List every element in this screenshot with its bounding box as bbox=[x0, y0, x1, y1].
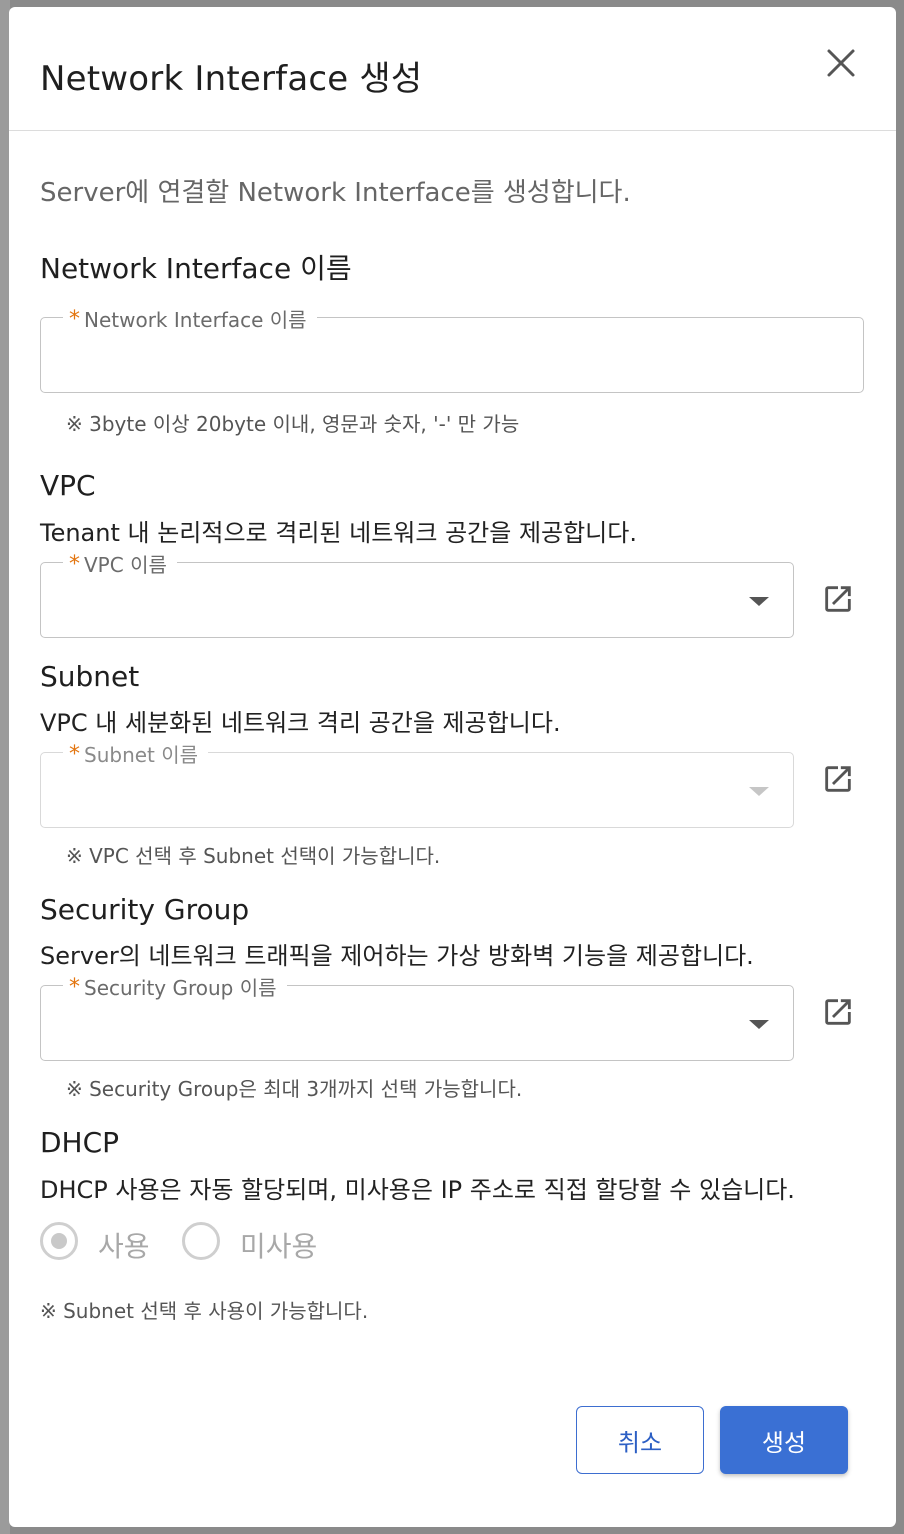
open-in-new-icon bbox=[825, 999, 851, 1025]
security-group-section-title: Security Group bbox=[40, 893, 250, 926]
subnet-hint: ※ VPC 선택 후 Subnet 선택이 가능합니다. bbox=[66, 844, 441, 868]
open-in-new-icon bbox=[825, 766, 851, 792]
caret-down-icon bbox=[749, 597, 769, 606]
vpc-open-link-button[interactable] bbox=[821, 582, 855, 616]
subnet-select[interactable]: * Subnet 이름 bbox=[40, 739, 794, 828]
security-group-select[interactable]: * Security Group 이름 bbox=[40, 972, 794, 1061]
dhcp-section-title: DHCP bbox=[40, 1126, 120, 1159]
create-button[interactable]: 생성 bbox=[720, 1406, 848, 1474]
dhcp-section-description: DHCP 사용은 자동 할당되며, 미사용은 IP 주소로 직접 할당할 수 있… bbox=[40, 1176, 795, 1204]
required-mark: * bbox=[69, 742, 80, 767]
create-network-interface-dialog: Network Interface 생성 Server에 연결할 Network… bbox=[9, 7, 896, 1527]
dialog-header: Network Interface 생성 bbox=[9, 7, 896, 131]
dhcp-use-radio[interactable] bbox=[40, 1222, 78, 1260]
required-mark: * bbox=[69, 307, 80, 332]
subnet-section-description: VPC 내 세분화된 네트워크 격리 공간을 제공합니다. bbox=[40, 709, 561, 737]
network-interface-name-input[interactable] bbox=[55, 338, 797, 372]
caret-down-icon bbox=[749, 787, 769, 796]
dhcp-use-label[interactable]: 사용 bbox=[98, 1225, 150, 1265]
name-hint: ※ 3byte 이상 20byte 이내, 영문과 숫자, '-' 만 가능 bbox=[66, 412, 520, 436]
network-interface-name-field[interactable]: * Network Interface 이름 bbox=[40, 304, 864, 393]
security-group-hint: ※ Security Group은 최대 3개까지 선택 가능합니다. bbox=[66, 1077, 523, 1101]
required-mark: * bbox=[69, 552, 80, 577]
vpc-section-description: Tenant 내 논리적으로 격리된 네트워크 공간을 제공합니다. bbox=[40, 519, 637, 547]
subnet-open-link-button[interactable] bbox=[821, 762, 855, 796]
dhcp-hint: ※ Subnet 선택 후 사용이 가능합니다. bbox=[40, 1299, 369, 1323]
required-mark: * bbox=[69, 975, 80, 1000]
vpc-select-label: * VPC 이름 bbox=[63, 549, 177, 578]
open-in-new-icon bbox=[825, 586, 851, 612]
security-group-section-description: Server의 네트워크 트래픽을 제어하는 가상 방화벽 기능을 제공합니다. bbox=[40, 942, 754, 970]
dialog-description: Server에 연결할 Network Interface를 생성합니다. bbox=[40, 178, 631, 208]
cancel-button[interactable]: 취소 bbox=[576, 1406, 704, 1474]
close-icon bbox=[827, 49, 855, 77]
close-button[interactable] bbox=[821, 43, 861, 83]
security-group-select-label: * Security Group 이름 bbox=[63, 972, 287, 1001]
security-group-open-link-button[interactable] bbox=[821, 995, 855, 1029]
dialog-title: Network Interface 생성 bbox=[40, 59, 423, 99]
caret-down-icon bbox=[749, 1020, 769, 1029]
name-section-title: Network Interface 이름 bbox=[40, 252, 352, 285]
dhcp-unused-radio[interactable] bbox=[182, 1222, 220, 1260]
vpc-section-title: VPC bbox=[40, 469, 96, 502]
subnet-select-label: * Subnet 이름 bbox=[63, 739, 209, 768]
dhcp-unused-label[interactable]: 미사용 bbox=[240, 1225, 317, 1265]
subnet-section-title: Subnet bbox=[40, 660, 140, 693]
vpc-select[interactable]: * VPC 이름 bbox=[40, 549, 794, 638]
network-interface-name-label: * Network Interface 이름 bbox=[63, 304, 317, 333]
